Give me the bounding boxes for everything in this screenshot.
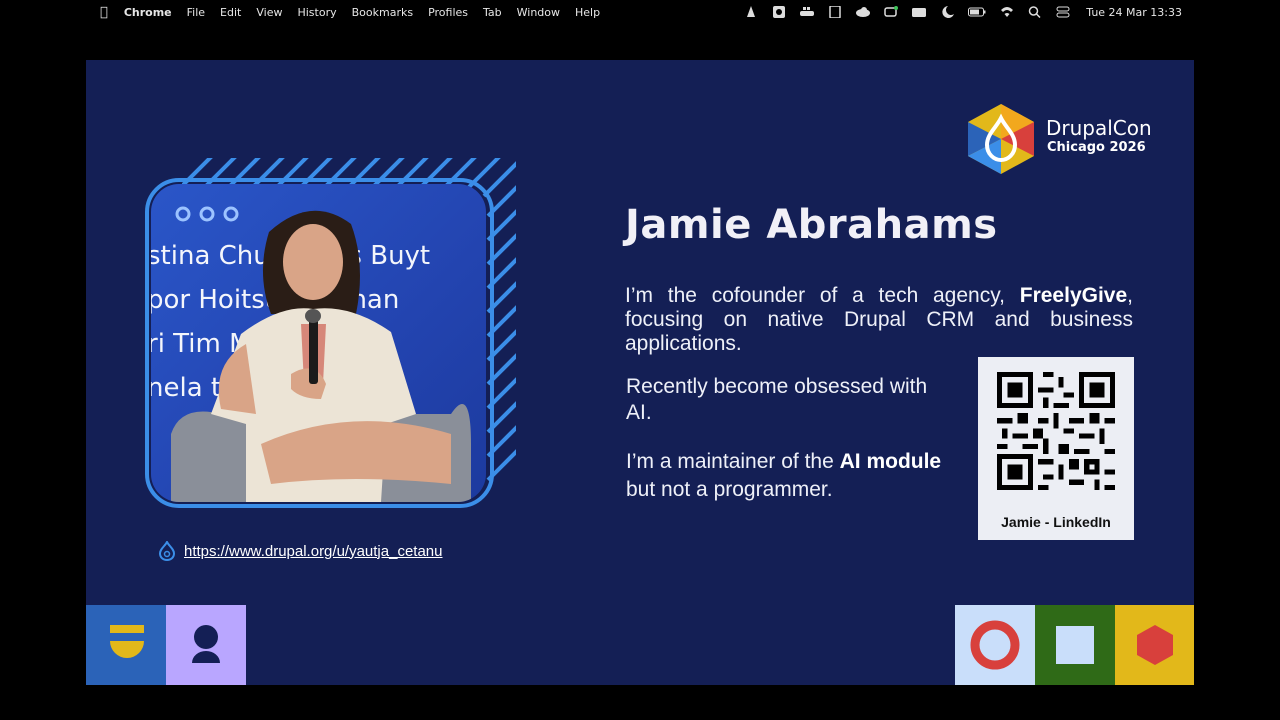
drupalcon-hexagon-icon	[968, 104, 1034, 174]
moon-icon[interactable]	[940, 6, 955, 18]
wifi-icon[interactable]	[1000, 6, 1014, 18]
keyboard-icon[interactable]	[912, 6, 927, 18]
menu-view[interactable]: View	[256, 6, 282, 19]
menu-history[interactable]: History	[297, 6, 336, 19]
menu-edit[interactable]: Edit	[220, 6, 241, 19]
menu-help[interactable]: Help	[575, 6, 600, 19]
speaker-name: Jamie Abrahams	[625, 202, 998, 248]
battery-icon[interactable]	[968, 6, 986, 18]
presentation-slide: DrupalCon Chicago 2026 stina Chun Buyt p…	[86, 60, 1194, 685]
tile-lavender-person	[166, 605, 246, 685]
bowl-shape-icon	[110, 625, 144, 658]
hexagon-icon	[1137, 625, 1173, 665]
ai-module-text: AI module	[839, 450, 942, 473]
menu-file[interactable]: File	[187, 6, 205, 19]
maintainer-paragraph: I’m a maintainer of the AI module but no…	[626, 448, 946, 504]
menu-window[interactable]: Window	[517, 6, 560, 19]
control-center-icon[interactable]	[1056, 6, 1070, 18]
tile-yellow-hexagon	[1115, 605, 1194, 685]
menu-app-name[interactable]: Chrome	[124, 6, 172, 19]
logo-subtitle: Chicago 2026	[1047, 140, 1146, 155]
ring-icon	[970, 620, 1020, 670]
apple-icon[interactable]: 	[100, 5, 108, 20]
intro-prefix: I’m the cofounder of a tech agency,	[625, 284, 1020, 307]
qr-code[interactable]	[992, 367, 1120, 495]
menu-tab[interactable]: Tab	[483, 6, 502, 19]
obsessed-text: Recently become obsessed with AI.	[626, 375, 928, 424]
tile-green-square	[1035, 605, 1115, 685]
square-icon	[1056, 626, 1094, 664]
speaker-figure	[171, 210, 471, 502]
cone-icon[interactable]	[744, 6, 758, 18]
maintainer-prefix: I’m a maintainer of the	[626, 450, 840, 473]
maintainer-suffix: but not a programmer.	[626, 478, 833, 501]
record-icon[interactable]	[772, 6, 786, 18]
menu-bar:  Chrome File Edit View History Bookmark…	[0, 0, 1280, 24]
menu-clock[interactable]: Tue 24 Mar 13:33	[1086, 6, 1182, 19]
drupal-drop-icon	[158, 541, 176, 561]
cloud-icon[interactable]	[856, 6, 871, 18]
drupalcon-logo: DrupalCon Chicago 2026	[966, 104, 1166, 174]
chat-icon[interactable]	[884, 6, 899, 18]
qr-caption: Jamie - LinkedIn	[1001, 514, 1111, 530]
profile-url-link[interactable]: https://www.drupal.org/u/yautja_cetanu	[184, 543, 443, 560]
docker-icon[interactable]	[800, 6, 815, 18]
search-icon[interactable]	[1028, 6, 1042, 18]
speaker-photo: stina Chun Dries Buyt por Hoitsu Abrahan…	[151, 184, 486, 502]
clipboard-icon[interactable]	[828, 6, 842, 18]
logo-title: DrupalCon	[1046, 116, 1152, 140]
intro-paragraph: I’m the cofounder of a tech agency, Free…	[625, 284, 1133, 356]
tile-blue-shape	[86, 605, 166, 685]
company-name: FreelyGive	[1019, 284, 1128, 307]
qr-code-card[interactable]: Jamie - LinkedIn	[978, 357, 1134, 540]
menu-bookmarks[interactable]: Bookmarks	[352, 6, 413, 19]
menu-profiles[interactable]: Profiles	[428, 6, 468, 19]
person-icon	[192, 625, 220, 663]
tile-light-ring	[955, 605, 1035, 685]
speaker-photo-frame: stina Chun Dries Buyt por Hoitsu Abrahan…	[142, 156, 528, 516]
profile-link-row: https://www.drupal.org/u/yautja_cetanu	[158, 541, 443, 561]
